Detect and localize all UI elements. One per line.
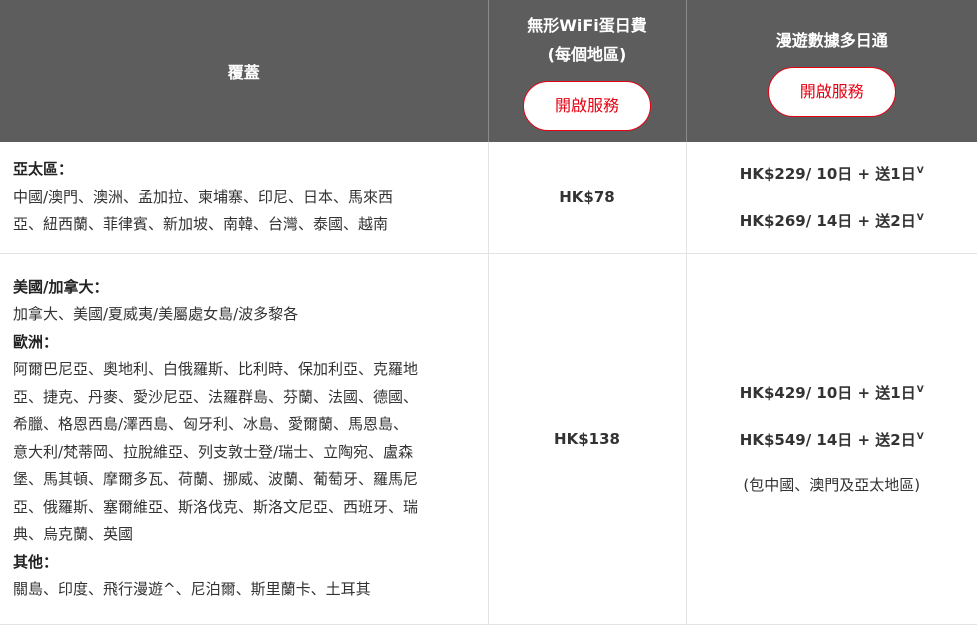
wifi-price: HK$138 [554, 429, 620, 448]
pass-price: HK$269/ 14日 + 送2日V [739, 212, 924, 231]
region-countries: 亞、紐西蘭、菲律賓、新加坡、南韓、台灣、泰國、越南 [13, 215, 389, 233]
table-row: 亞太區： 中國/澳門、澳洲、孟加拉、柬埔寨、印尼、日本、馬來西 亞、紐西蘭、菲律… [0, 142, 977, 254]
region-countries: 亞、俄羅斯、塞爾維亞、斯洛伐克、斯洛文尼亞、西班牙、瑞 [13, 497, 419, 516]
coverage-note: (包中國、澳門及亞太地區) [743, 476, 921, 494]
region-title: 其他： [13, 552, 59, 571]
footnote-mark: V [916, 385, 924, 395]
table-header-row: 覆蓋 無形WiFi蛋日費 (每個地區) 開啟服務 漫遊數據多日通 開啟服務 [0, 0, 977, 142]
region-countries: 阿爾巴尼亞、奧地利、白俄羅斯、比利時、保加利亞、克羅地 [13, 360, 419, 378]
region-countries: 亞、捷克、丹麥、愛沙尼亞、法羅群島、芬蘭、法國、德國、 [13, 387, 419, 406]
region-countries: 中國/澳門、澳洲、孟加拉、柬埔寨、印尼、日本、馬來西 [13, 187, 394, 206]
roaming-header-title: 漫遊數據多日通 [775, 30, 888, 50]
coverage-cell: 亞太區： 中國/澳門、澳洲、孟加拉、柬埔寨、印尼、日本、馬來西 亞、紐西蘭、菲律… [0, 142, 488, 254]
pass-price: HK$429/ 10日 + 送1日V [739, 384, 924, 402]
region-countries: 堡、馬其頓、摩爾多瓦、荷蘭、挪威、波蘭、葡萄牙、羅馬尼 [13, 470, 419, 488]
region-countries: 希臘、格恩西島/澤西島、匈牙利、冰島、愛爾蘭、馬恩島、 [13, 415, 409, 433]
region-title: 歐洲： [13, 332, 59, 351]
region-countries: 加拿大、美國/夏威夷/美屬處女島/波多黎各 [13, 305, 299, 323]
roaming-price-cell: HK$229/ 10日 + 送1日V HK$269/ 14日 + 送2日V [685, 142, 977, 254]
wifi-price-cell: HK$138 [487, 253, 686, 625]
wifi-header-title: 無形WiFi蛋日費 [527, 16, 647, 35]
pass-price: HK$549/ 14日 + 送2日V [739, 431, 924, 449]
wifi-activate-button[interactable]: 開啟服務 [523, 81, 651, 131]
region-countries: 意大利/梵蒂岡、拉脫維亞、列支敦士登/瑞士、立陶宛、盧森 [13, 442, 414, 461]
coverage-header: 覆蓋 [0, 0, 488, 142]
region-title: 美國/加拿大： [13, 277, 109, 296]
footnote-mark: V [916, 166, 924, 177]
region-title: 亞太區： [13, 160, 74, 178]
roaming-price-cell: HK$429/ 10日 + 送1日V HK$549/ 14日 + 送2日V (包… [685, 253, 977, 625]
pass-price: HK$229/ 10日 + 送1日V [739, 165, 924, 184]
wifi-daily-header: 無形WiFi蛋日費 (每個地區) 開啟服務 [487, 0, 686, 142]
wifi-price: HK$78 [559, 188, 615, 207]
region-countries: 典、烏克蘭、英國 [13, 525, 134, 543]
roaming-pass-header: 漫遊數據多日通 開啟服務 [685, 0, 977, 142]
coverage-header-label: 覆蓋 [227, 63, 260, 82]
roaming-activate-button[interactable]: 開啟服務 [767, 66, 896, 117]
coverage-cell: 美國/加拿大： 加拿大、美國/夏威夷/美屬處女島/波多黎各 歐洲： 阿爾巴尼亞、… [0, 253, 488, 625]
wifi-header-subtitle: (每個地區) [547, 45, 627, 64]
roaming-plans-table: 覆蓋 無形WiFi蛋日費 (每個地區) 開啟服務 漫遊數據多日通 開啟服務 亞太… [0, 0, 977, 625]
wifi-price-cell: HK$78 [487, 142, 686, 254]
footnote-mark: V [916, 432, 924, 442]
region-countries: 關島、印度、飛行漫遊^、尼泊爾、斯里蘭卡、土耳其 [13, 580, 371, 598]
footnote-mark: V [916, 213, 924, 224]
table-row: 美國/加拿大： 加拿大、美國/夏威夷/美屬處女島/波多黎各 歐洲： 阿爾巴尼亞、… [0, 253, 977, 625]
